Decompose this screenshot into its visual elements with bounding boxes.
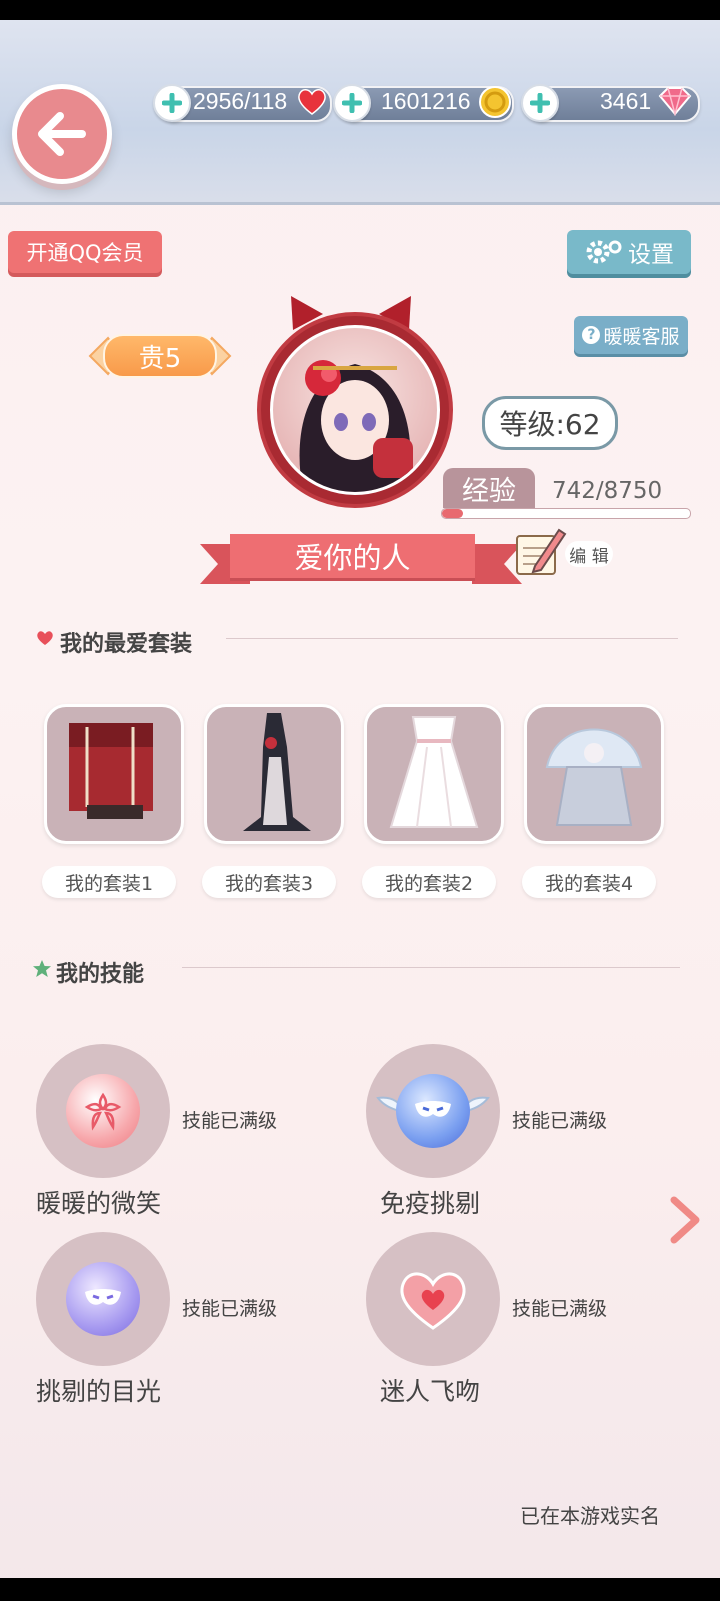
add-stamina-button[interactable] [153,84,191,122]
skill-status-4: 技能已满级 [512,1298,608,1320]
qq-vip-button[interactable]: 开通QQ会员 [8,231,162,273]
heart-icon [400,1272,466,1330]
skill-status-1: 技能已满级 [182,1110,278,1132]
skill-immunity[interactable] [366,1044,500,1178]
exp-value: 742/8750 [552,478,663,504]
heart-icon [298,89,326,115]
exp-progress-bar [441,508,691,519]
skill-status-3: 技能已满级 [182,1298,278,1320]
suit-label-2[interactable]: 我的套装3 [202,866,336,898]
mask-icon [415,1101,451,1117]
skills-divider [182,967,680,968]
settings-label: 设置 [628,242,674,268]
heart-icon [37,631,53,645]
favorites-title: 我的最爱套装 [60,632,193,657]
pencil-notebook-icon [516,528,567,575]
suit-image [389,716,479,828]
favorites-divider [226,638,678,639]
suit-card-4[interactable] [524,704,664,844]
skill-flying-kiss[interactable] [366,1232,500,1366]
skill-status-2: 技能已满级 [512,1110,608,1132]
suit-label-4[interactable]: 我的套装4 [522,866,656,898]
navigation-bar [0,1578,720,1601]
suit-image [243,713,311,831]
back-arrow-icon [38,112,86,156]
suit-card-1[interactable] [44,704,184,844]
star-icon [33,960,51,977]
skill-name-1: 暖暖的微笑 [36,1189,162,1218]
settings-button[interactable]: 设置 [567,230,691,274]
question-icon: ? [582,326,601,344]
diamond-icon [658,87,692,116]
status-bar [0,0,720,20]
vip-level-text: 贵5 [103,334,217,378]
skill-smile-icon [66,1074,140,1148]
edit-nickname-button[interactable]: 编 辑 [515,524,615,578]
chevron-right-icon[interactable] [664,1194,704,1246]
avatar-portrait [270,325,440,495]
plus-icon [162,93,182,113]
add-diamonds-button[interactable] [521,84,559,122]
gear-icon [586,240,622,264]
plus-icon [342,93,362,113]
add-coins-button[interactable] [333,84,371,122]
player-level: 等级:62 [482,396,618,450]
realname-status: 已在本游戏实名 [520,1504,660,1528]
skill-name-4: 迷人飞吻 [380,1377,481,1406]
skills-title: 我的技能 [56,962,145,987]
avatar[interactable] [257,312,453,508]
nickname: 爱你的人 [230,534,475,578]
diamonds-value: 3461 [600,88,652,114]
suit-image [69,723,153,819]
skill-name-2: 免疫挑剔 [380,1189,481,1218]
mask-icon [85,1289,121,1305]
customer-service-button[interactable]: ? 暖暖客服 [574,316,688,354]
skill-smile[interactable] [36,1044,170,1178]
exp-progress-fill [442,509,464,518]
exp-label: 经验 [443,468,535,508]
sakura-icon [84,1092,122,1131]
back-button[interactable] [12,84,112,184]
stamina-value: 2956/118 [193,88,288,114]
suit-label-1[interactable]: 我的套装1 [42,866,176,898]
vip-level-badge: 贵5 [84,328,236,384]
plus-icon [530,93,550,113]
coins-value: 1601216 [381,88,471,114]
suit-label-3[interactable]: 我的套装2 [362,866,496,898]
edit-label: 编 辑 [565,541,613,567]
coin-icon [479,86,511,118]
skill-picky-gaze[interactable] [36,1232,170,1366]
skill-picky-gaze-icon [66,1262,140,1336]
suit-card-2[interactable] [204,704,344,844]
suit-card-3[interactable] [364,704,504,844]
skill-name-3: 挑剔的目光 [36,1377,162,1406]
suit-image [545,728,643,826]
customer-service-label: 暖暖客服 [603,325,680,348]
skill-immunity-icon [396,1074,470,1148]
